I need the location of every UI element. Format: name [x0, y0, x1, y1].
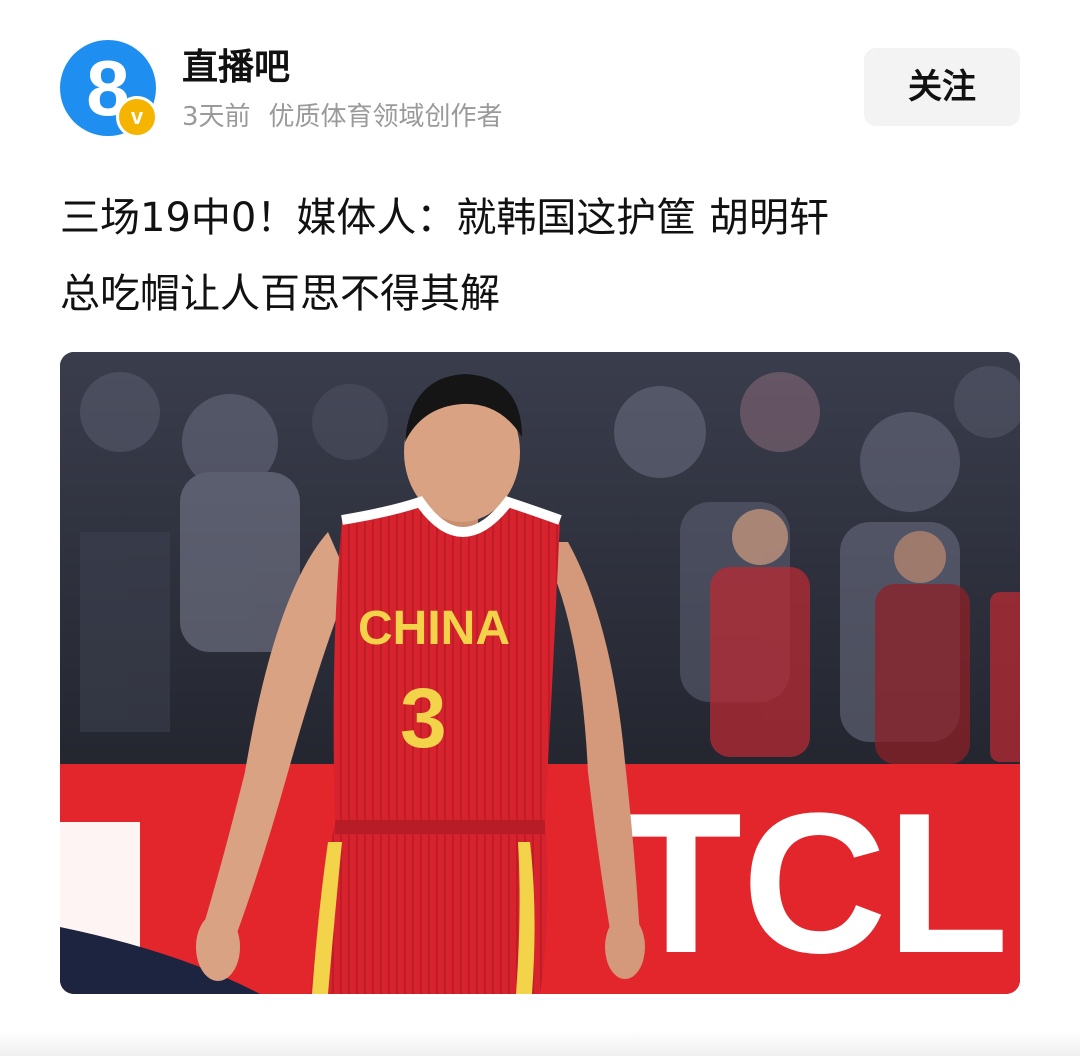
bottom-fade: [0, 1030, 1080, 1056]
article-title[interactable]: 三场19中0！媒体人：就韩国这护筐 胡明轩 总吃帽让人百思不得其解: [60, 180, 1020, 332]
player-photo-illustration: TCL CHINA 3: [60, 352, 1020, 994]
verified-badge-icon: v: [116, 96, 158, 138]
author-header: 8 v 直播吧 3天前 优质体育领域创作者 关注: [60, 40, 1020, 140]
author-name[interactable]: 直播吧: [182, 44, 290, 92]
article-title-line-1: 三场19中0！媒体人：就韩国这护筐 胡明轩: [60, 195, 830, 241]
jersey-number: 3: [400, 671, 447, 765]
follow-button[interactable]: 关注: [864, 48, 1020, 126]
author-meta: 3天前 优质体育领域创作者: [182, 100, 503, 134]
author-avatar[interactable]: 8 v: [60, 40, 158, 138]
jersey-text: CHINA: [358, 602, 510, 655]
article-photo[interactable]: TCL CHINA 3: [60, 352, 1020, 994]
article-title-line-2: 总吃帽让人百思不得其解: [60, 271, 500, 317]
article-page: 8 v 直播吧 3天前 优质体育领域创作者 关注 三场19中0！媒体人：就韩国这护…: [0, 0, 1080, 1056]
author-tag: 优质体育领域创作者: [268, 102, 503, 132]
ad-board-text: TCL: [620, 772, 1009, 994]
post-time: 3天前: [182, 102, 251, 132]
